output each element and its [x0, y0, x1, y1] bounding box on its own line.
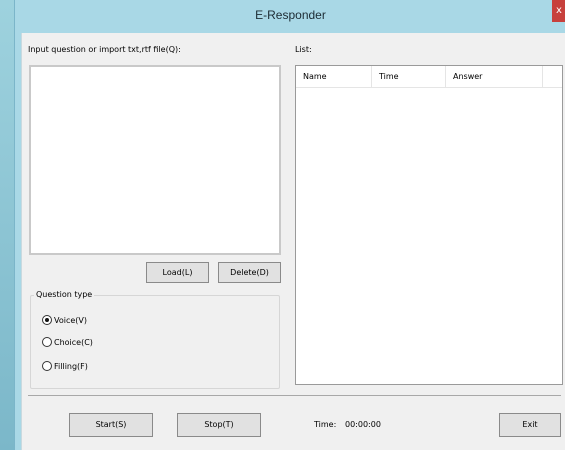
column-header-time[interactable]: Time — [372, 66, 446, 88]
radio-voice-label: Voice(V) — [54, 315, 88, 325]
time-value: 00:00:00 — [345, 420, 381, 429]
column-header-name[interactable]: Name — [296, 66, 372, 88]
question-type-title: Question type — [34, 290, 95, 299]
close-button[interactable]: x — [552, 0, 565, 22]
delete-button[interactable]: Delete(D) — [218, 262, 281, 283]
radio-choice[interactable]: Choice(C) — [42, 337, 93, 347]
radio-filling[interactable]: Filling(F) — [42, 361, 88, 371]
window-title: E-Responder — [255, 8, 326, 22]
question-label: Input question or import txt,rtf file(Q)… — [28, 45, 181, 54]
client-area: Input question or import txt,rtf file(Q)… — [21, 33, 565, 450]
radio-voice[interactable]: Voice(V) — [42, 315, 87, 325]
bottom-separator — [28, 395, 561, 396]
exit-button[interactable]: Exit — [499, 413, 561, 437]
list-header: Name Time Answer — [296, 66, 562, 88]
radio-button-icon — [42, 361, 52, 371]
radio-choice-label: Choice(C) — [54, 337, 93, 347]
radio-button-icon — [42, 315, 52, 325]
start-button[interactable]: Start(S) — [69, 413, 153, 437]
title-bar[interactable]: E-Responder x — [15, 0, 565, 33]
stop-button[interactable]: Stop(T) — [177, 413, 261, 437]
close-icon: x — [556, 5, 562, 16]
desktop-background — [0, 0, 14, 450]
list-label: List: — [295, 45, 312, 54]
answer-list[interactable]: Name Time Answer — [295, 65, 563, 385]
radio-button-icon — [42, 337, 52, 347]
column-header-answer[interactable]: Answer — [446, 66, 543, 88]
question-input[interactable] — [29, 65, 281, 255]
load-button[interactable]: Load(L) — [146, 262, 209, 283]
main-window: E-Responder x Input question or import t… — [14, 0, 565, 450]
radio-filling-label: Filling(F) — [54, 361, 88, 371]
time-label: Time: — [314, 420, 337, 429]
